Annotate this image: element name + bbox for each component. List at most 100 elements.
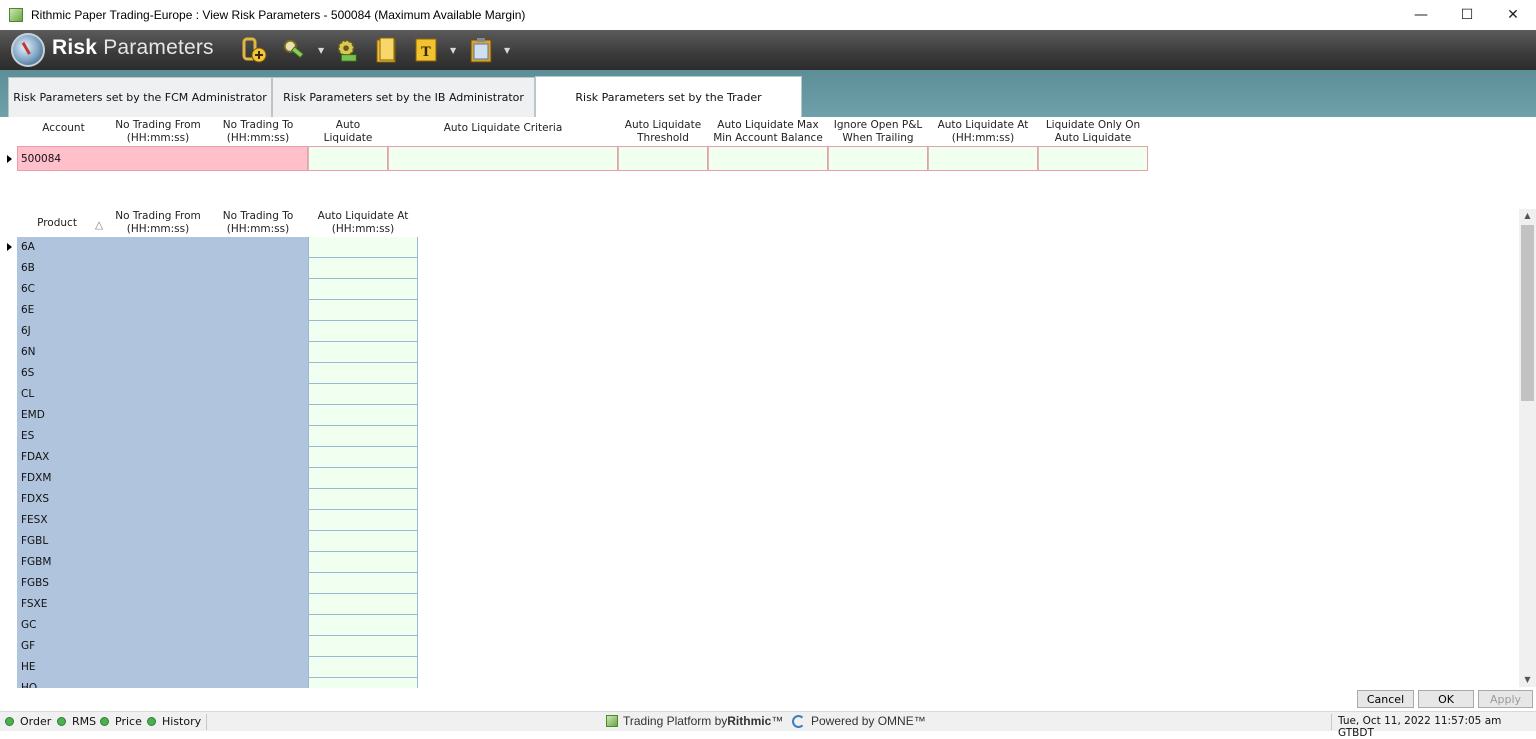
header-auto-liquidate-max-min-balance[interactable]: Auto Liquidate Max Min Account Balance [708,119,828,145]
status-rms[interactable]: RMS [57,715,96,728]
table-row[interactable]: FGBL [0,531,420,552]
header-auto-liquidate-threshold[interactable]: Auto Liquidate Threshold [618,119,708,145]
table-row[interactable]: 6A [0,237,420,258]
product-readonly-cells[interactable] [17,279,308,300]
folder-icon[interactable] [374,36,400,64]
settings-tools-icon[interactable] [281,36,307,64]
scroll-up-arrow-icon[interactable]: ▲ [1519,209,1536,223]
scroll-thumb[interactable] [1521,225,1534,401]
product-readonly-cells[interactable] [17,363,308,384]
product-readonly-cells[interactable] [17,447,308,468]
product-auto-liquidate-at-cell[interactable] [308,405,418,426]
gear-money-icon[interactable] [334,36,360,64]
product-readonly-cells[interactable] [17,321,308,342]
account-cell[interactable]: 500084 [21,153,61,165]
ignore-open-pnl-cell[interactable] [828,146,928,171]
header-product-auto-liquidate-at[interactable]: Auto Liquidate At (HH:mm:ss) [308,210,418,236]
product-auto-liquidate-at-cell[interactable] [308,531,418,552]
product-auto-liquidate-at-cell[interactable] [308,594,418,615]
auto-liquidate-cell[interactable] [308,146,388,171]
product-auto-liquidate-at-cell[interactable] [308,300,418,321]
status-price[interactable]: Price [100,715,142,728]
product-auto-liquidate-at-cell[interactable] [308,489,418,510]
product-readonly-cells[interactable] [17,636,308,657]
table-row[interactable]: HO [0,678,420,688]
product-readonly-cells[interactable] [17,237,308,258]
product-auto-liquidate-at-cell[interactable] [308,468,418,489]
apply-button[interactable]: Apply [1478,690,1533,708]
table-row[interactable]: FESX [0,510,420,531]
header-no-trading-from[interactable]: No Trading From (HH:mm:ss) [108,119,208,145]
product-auto-liquidate-at-cell[interactable] [308,657,418,678]
product-readonly-cells[interactable] [17,552,308,573]
auto-liquidate-at-cell[interactable] [928,146,1038,171]
table-row[interactable]: ES [0,426,420,447]
header-auto-liquidate-criteria[interactable]: Auto Liquidate Criteria [388,119,618,135]
header-liquidate-only-on[interactable]: Liquidate Only On Auto Liquidate [1038,119,1148,145]
product-auto-liquidate-at-cell[interactable] [308,552,418,573]
add-account-icon[interactable] [241,36,267,64]
table-row[interactable]: 6S [0,363,420,384]
vertical-scrollbar[interactable]: ▲ ▼ [1519,209,1536,687]
table-row[interactable]: GC [0,615,420,636]
cancel-button[interactable]: Cancel [1357,690,1414,708]
header-product-no-trading-to[interactable]: No Trading To (HH:mm:ss) [208,210,308,236]
clipboard-icon[interactable] [468,36,494,64]
product-readonly-cells[interactable] [17,405,308,426]
product-auto-liquidate-at-cell[interactable] [308,678,418,688]
product-readonly-cells[interactable] [17,342,308,363]
auto-liquidate-criteria-cell[interactable] [388,146,618,171]
product-auto-liquidate-at-cell[interactable] [308,636,418,657]
table-row[interactable]: 6B [0,258,420,279]
product-auto-liquidate-at-cell[interactable] [308,615,418,636]
product-readonly-cells[interactable] [17,300,308,321]
header-auto-liquidate[interactable]: Auto Liquidate [308,119,388,145]
close-button[interactable]: ✕ [1490,0,1536,30]
header-auto-liquidate-at[interactable]: Auto Liquidate At (HH:mm:ss) [928,119,1038,145]
product-readonly-cells[interactable] [17,657,308,678]
table-row[interactable]: FSXE [0,594,420,615]
product-readonly-cells[interactable] [17,426,308,447]
product-readonly-cells[interactable] [17,573,308,594]
table-row[interactable]: 6C [0,279,420,300]
product-auto-liquidate-at-cell[interactable] [308,384,418,405]
product-readonly-cells[interactable] [17,258,308,279]
tab-ib-administrator[interactable]: Risk Parameters set by the IB Administra… [272,77,535,117]
product-readonly-cells[interactable] [17,678,308,688]
product-auto-liquidate-at-cell[interactable] [308,447,418,468]
clipboard-dropdown-caret-icon[interactable]: ▼ [504,46,510,55]
text-template-icon[interactable]: T [413,36,439,64]
auto-liquidate-threshold-cell[interactable] [618,146,708,171]
status-order[interactable]: Order [5,715,51,728]
maximize-button[interactable]: ☐ [1444,0,1490,30]
product-readonly-cells[interactable] [17,594,308,615]
product-readonly-cells[interactable] [17,531,308,552]
settings-dropdown-caret-icon[interactable]: ▼ [318,46,324,55]
header-ignore-open-pnl[interactable]: Ignore Open P&L When Trailing [828,119,928,145]
table-row[interactable]: HE [0,657,420,678]
status-history[interactable]: History [147,715,201,728]
sort-ascending-icon[interactable]: △ [95,219,103,231]
product-auto-liquidate-at-cell[interactable] [308,321,418,342]
ok-button[interactable]: OK [1418,690,1474,708]
tab-fcm-administrator[interactable]: Risk Parameters set by the FCM Administr… [8,77,272,117]
product-auto-liquidate-at-cell[interactable] [308,258,418,279]
product-readonly-cells[interactable] [17,510,308,531]
product-auto-liquidate-at-cell[interactable] [308,237,418,258]
table-row[interactable]: FGBS [0,573,420,594]
table-row[interactable]: GF [0,636,420,657]
table-row[interactable]: FDXM [0,468,420,489]
product-auto-liquidate-at-cell[interactable] [308,279,418,300]
product-readonly-cells[interactable] [17,489,308,510]
table-row[interactable]: FDAX [0,447,420,468]
product-auto-liquidate-at-cell[interactable] [308,342,418,363]
product-auto-liquidate-at-cell[interactable] [308,573,418,594]
header-product-no-trading-from[interactable]: No Trading From (HH:mm:ss) [108,210,208,236]
product-readonly-cells[interactable] [17,384,308,405]
product-auto-liquidate-at-cell[interactable] [308,510,418,531]
header-no-trading-to[interactable]: No Trading To (HH:mm:ss) [208,119,308,145]
product-readonly-cells[interactable] [17,615,308,636]
header-account[interactable]: Account [17,119,110,135]
table-row[interactable]: 6N [0,342,420,363]
table-row[interactable]: FDXS [0,489,420,510]
